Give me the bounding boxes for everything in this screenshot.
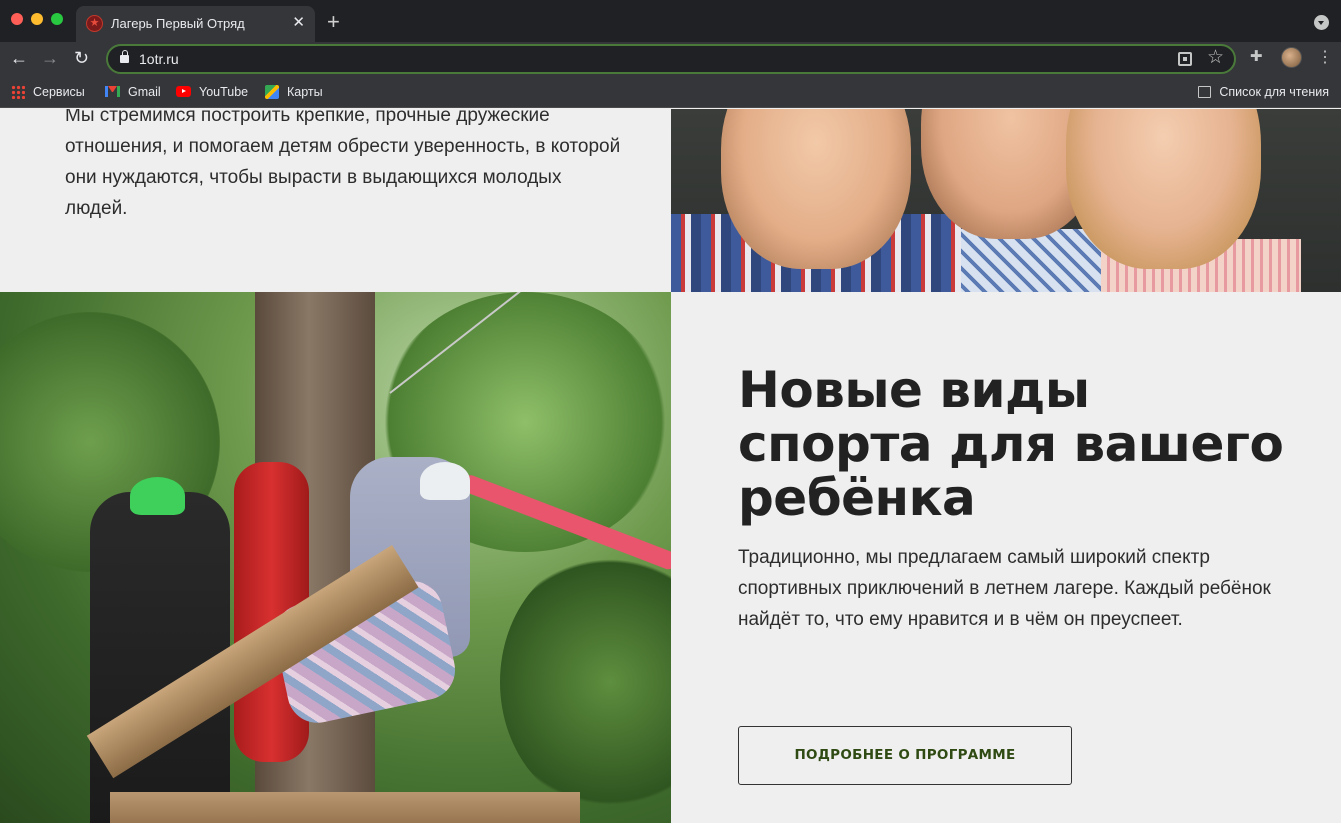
bookmark-youtube[interactable]: YouTube	[176, 82, 248, 102]
extensions-puzzle-icon[interactable]: ✚	[1250, 49, 1266, 65]
bookmark-services[interactable]: Сервисы	[11, 82, 85, 102]
lock-icon[interactable]	[120, 50, 129, 63]
profile-avatar[interactable]	[1281, 47, 1302, 68]
reading-list-icon	[1198, 85, 1212, 98]
bookmark-gmail[interactable]: Gmail	[105, 82, 161, 102]
qr-code-icon[interactable]	[1178, 52, 1192, 66]
address-bar[interactable]: 1otr.ru ☆	[106, 44, 1236, 74]
page-content: Мы стремимся построить крепкие, прочные …	[0, 109, 1341, 823]
intro-paragraph: Мы стремимся построить крепкие, прочные …	[65, 109, 621, 219]
girls-photo	[671, 109, 1341, 292]
tab-search-icon[interactable]	[1314, 15, 1329, 30]
tab-bar: ★ Лагерь Первый Отряд ✕ +	[0, 0, 1341, 42]
forward-arrow-icon[interactable]: →	[41, 47, 59, 69]
photo-white-helmet	[420, 462, 470, 500]
youtube-icon	[176, 86, 191, 98]
bookmark-label: Карты	[287, 85, 323, 99]
photo-face	[1066, 109, 1261, 269]
bookmark-star-icon[interactable]: ☆	[1207, 47, 1224, 69]
photo-green-helmet	[130, 477, 185, 515]
close-window-button[interactable]	[11, 13, 23, 25]
reading-list-button[interactable]: Список для чтения	[1198, 82, 1329, 102]
apps-grid-icon	[11, 84, 25, 99]
bookmark-label: Gmail	[128, 85, 161, 99]
url-text[interactable]: 1otr.ru	[139, 51, 179, 67]
sports-paragraph: Традиционно, мы предлагаем самый широкий…	[738, 547, 1271, 630]
tab-title: Лагерь Первый Отряд	[111, 16, 245, 31]
browser-toolbar: ← → ↻ 1otr.ru ☆ ✚ ⋮	[0, 42, 1341, 76]
zipline-photo	[0, 292, 671, 823]
back-arrow-icon[interactable]: ←	[10, 47, 28, 69]
maps-icon	[265, 84, 279, 99]
reload-icon[interactable]: ↻	[74, 47, 89, 69]
bookmark-maps[interactable]: Карты	[265, 82, 323, 102]
sports-heading: Новые виды спорта для вашего ребёнка	[738, 361, 1284, 527]
browser-tab[interactable]: ★ Лагерь Первый Отряд ✕	[76, 6, 315, 42]
program-details-button[interactable]: ПОДРОБНЕЕ О ПРОГРАММЕ	[738, 726, 1072, 785]
bookmark-label: YouTube	[199, 85, 249, 99]
photo-face	[721, 109, 911, 269]
star-favicon-icon: ★	[86, 15, 103, 32]
gmail-icon	[105, 86, 120, 98]
reading-list-label: Список для чтения	[1219, 85, 1329, 99]
new-tab-button[interactable]: +	[327, 10, 340, 34]
photo-wooden-deck	[110, 792, 580, 823]
zoom-window-button[interactable]	[51, 13, 63, 25]
bookmark-label: Сервисы	[33, 85, 85, 99]
photo-foliage	[500, 552, 671, 812]
tab-close-icon[interactable]: ✕	[292, 14, 305, 32]
bookmarks-bar: Сервисы Gmail YouTube Карты Список для ч…	[0, 76, 1341, 108]
more-menu-icon[interactable]: ⋮	[1317, 48, 1333, 68]
minimize-window-button[interactable]	[31, 13, 43, 25]
